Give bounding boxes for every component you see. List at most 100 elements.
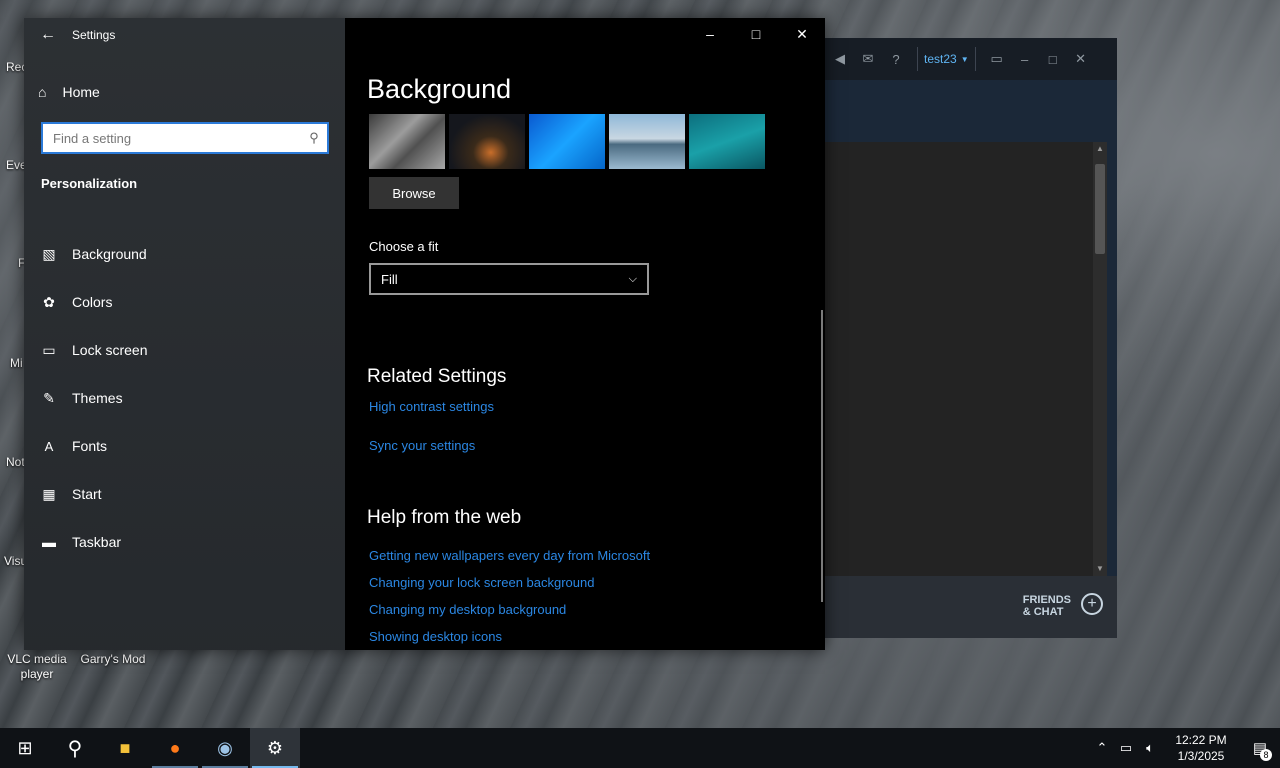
sidebar-item-background[interactable]: ▧ Background — [24, 230, 345, 278]
steam-content — [825, 142, 1107, 576]
search-icon: ⚲ — [67, 737, 83, 760]
search-button[interactable]: ⚲ — [50, 728, 100, 768]
chat-label: & CHAT — [1022, 606, 1064, 618]
minimize-icon[interactable]: – — [1018, 52, 1032, 67]
sidebar-item-fonts[interactable]: A Fonts — [24, 422, 345, 470]
recent-images — [369, 114, 765, 169]
high-contrast-link[interactable]: High contrast settings — [369, 399, 494, 414]
account-menu[interactable]: test23 ▼ — [917, 47, 976, 71]
action-center-button[interactable]: ▤ 8 — [1240, 728, 1280, 768]
sidebar-item-label: Background — [72, 246, 147, 262]
sidebar-item-start[interactable]: ▦ Start — [24, 470, 345, 518]
page-title: Background — [367, 74, 512, 104]
sidebar-item-label: Lock screen — [72, 342, 148, 358]
desktop-icon-label: Mi — [10, 356, 23, 370]
related-settings-heading: Related Settings — [367, 366, 507, 387]
maximize-button[interactable]: □ — [733, 18, 779, 50]
home-link[interactable]: ⌂ Home — [38, 80, 100, 104]
sidebar-item-label: Start — [72, 486, 102, 502]
lock-screen-icon: ▭ — [42, 341, 56, 358]
back-button[interactable]: ← — [24, 18, 72, 52]
settings-window: ← Settings ⌂ Home ⚲ Personalization ▧ Ba… — [24, 18, 825, 650]
brush-icon: ✎ — [43, 389, 55, 406]
close-button[interactable]: ✕ — [779, 18, 825, 50]
file-explorer-button[interactable]: ■ — [100, 728, 150, 768]
scroll-thumb[interactable] — [1095, 164, 1105, 254]
settings-content: – □ ✕ Background Browse Choose a fit Fil… — [345, 18, 825, 650]
wallpaper-thumbnail[interactable] — [609, 114, 685, 169]
wallpaper-thumbnail[interactable] — [529, 114, 605, 169]
scrollbar[interactable]: ▲ ▼ — [1093, 142, 1107, 576]
start-button[interactable]: ⊞ — [0, 728, 50, 768]
desktop-icon-label: Garry's Mod — [80, 652, 146, 666]
desktop-icon-label: VLC media player — [7, 652, 67, 681]
steam-title-bar: ◀ ✉ ? test23 ▼ ▭ – □ ✕ — [825, 38, 1117, 80]
help-link[interactable]: Changing my desktop background — [369, 602, 566, 617]
settings-sidebar: ← Settings ⌂ Home ⚲ Personalization ▧ Ba… — [24, 18, 345, 650]
notification-count: 8 — [1260, 749, 1272, 761]
friends-label: FRIENDS — [1022, 594, 1071, 606]
mail-icon[interactable]: ✉ — [861, 51, 875, 66]
scrollbar[interactable] — [821, 310, 823, 602]
search-icon[interactable]: ⚲ — [301, 130, 327, 146]
sync-settings-link[interactable]: Sync your settings — [369, 438, 475, 453]
help-link[interactable]: Showing desktop icons — [369, 629, 502, 644]
system-tray: ⌃ ▭ 🔈︎ 12:22 PM 1/3/2025 ▤ 8 — [1090, 728, 1280, 768]
steam-footer: FRIENDS & CHAT + — [825, 576, 1117, 638]
wallpaper-thumbnail[interactable] — [449, 114, 525, 169]
big-picture-icon[interactable]: ▭ — [990, 51, 1004, 66]
scroll-up-icon[interactable]: ▲ — [1095, 142, 1105, 156]
add-friend-icon[interactable]: + — [1081, 593, 1103, 615]
clock[interactable]: 12:22 PM 1/3/2025 — [1162, 732, 1240, 764]
sidebar-item-lock-screen[interactable]: ▭ Lock screen — [24, 326, 345, 374]
steam-window: ◀ ✉ ? test23 ▼ ▭ – □ ✕ ▲ ▼ FRIENDS & CHA… — [825, 38, 1117, 638]
network-icon[interactable]: ▭ — [1114, 740, 1138, 756]
search-box[interactable]: ⚲ — [41, 122, 329, 154]
broadcast-icon[interactable]: ◀ — [833, 51, 847, 66]
chevron-down-icon: ▼ — [960, 54, 969, 64]
maximize-icon[interactable]: □ — [1046, 52, 1060, 67]
help-heading: Help from the web — [367, 507, 522, 528]
minimize-button[interactable]: – — [687, 18, 733, 50]
settings-button[interactable]: ⚙ — [250, 728, 300, 768]
minimize-icon: – — [706, 26, 714, 42]
window-controls: – □ ✕ — [687, 18, 825, 50]
sidebar-item-label: Themes — [72, 390, 123, 406]
firefox-icon: ● — [169, 737, 181, 758]
close-icon: ✕ — [796, 25, 808, 42]
volume-icon[interactable]: 🔈︎ — [1138, 740, 1162, 756]
help-icon[interactable]: ? — [889, 52, 903, 67]
scroll-down-icon[interactable]: ▼ — [1095, 562, 1105, 576]
search-input[interactable] — [43, 124, 301, 152]
palette-icon: ✿ — [43, 293, 55, 310]
username: test23 — [924, 52, 957, 66]
sidebar-item-taskbar[interactable]: ▬ Taskbar — [24, 518, 345, 566]
desktop-icon-garrys-mod[interactable]: Garry's Mod — [78, 652, 148, 667]
gear-icon: ⚙ — [266, 737, 284, 758]
sidebar-nav: ▧ Background ✿ Colors ▭ Lock screen ✎ Th… — [24, 230, 345, 566]
section-label: Personalization — [41, 176, 138, 191]
browse-button[interactable]: Browse — [369, 177, 459, 209]
help-link[interactable]: Changing your lock screen background — [369, 575, 594, 590]
close-icon[interactable]: ✕ — [1074, 51, 1088, 66]
wallpaper-thumbnail[interactable] — [369, 114, 445, 169]
taskbar-icon: ▬ — [42, 534, 56, 550]
chevron-up-icon[interactable]: ⌃ — [1090, 740, 1114, 756]
wallpaper-thumbnail[interactable] — [689, 114, 765, 169]
steam-icon: ◉ — [217, 737, 233, 758]
clock-date: 1/3/2025 — [1177, 749, 1225, 763]
sidebar-item-colors[interactable]: ✿ Colors — [24, 278, 345, 326]
sidebar-item-themes[interactable]: ✎ Themes — [24, 374, 345, 422]
arrow-left-icon: ← — [40, 26, 56, 43]
friends-chat-button[interactable]: FRIENDS & CHAT — [1023, 594, 1071, 618]
firefox-button[interactable]: ● — [150, 728, 200, 768]
folder-icon: ■ — [119, 737, 131, 758]
help-link[interactable]: Getting new wallpapers every day from Mi… — [369, 548, 650, 563]
chevron-down-icon: ⌵ — [628, 272, 637, 285]
fit-value: Fill — [381, 271, 398, 287]
clock-time: 12:22 PM — [1175, 733, 1227, 747]
fit-dropdown[interactable]: Fill ⌵ — [369, 263, 649, 295]
steam-button[interactable]: ◉ — [200, 728, 250, 768]
sidebar-item-label: Colors — [72, 294, 113, 310]
home-icon: ⌂ — [38, 84, 47, 100]
